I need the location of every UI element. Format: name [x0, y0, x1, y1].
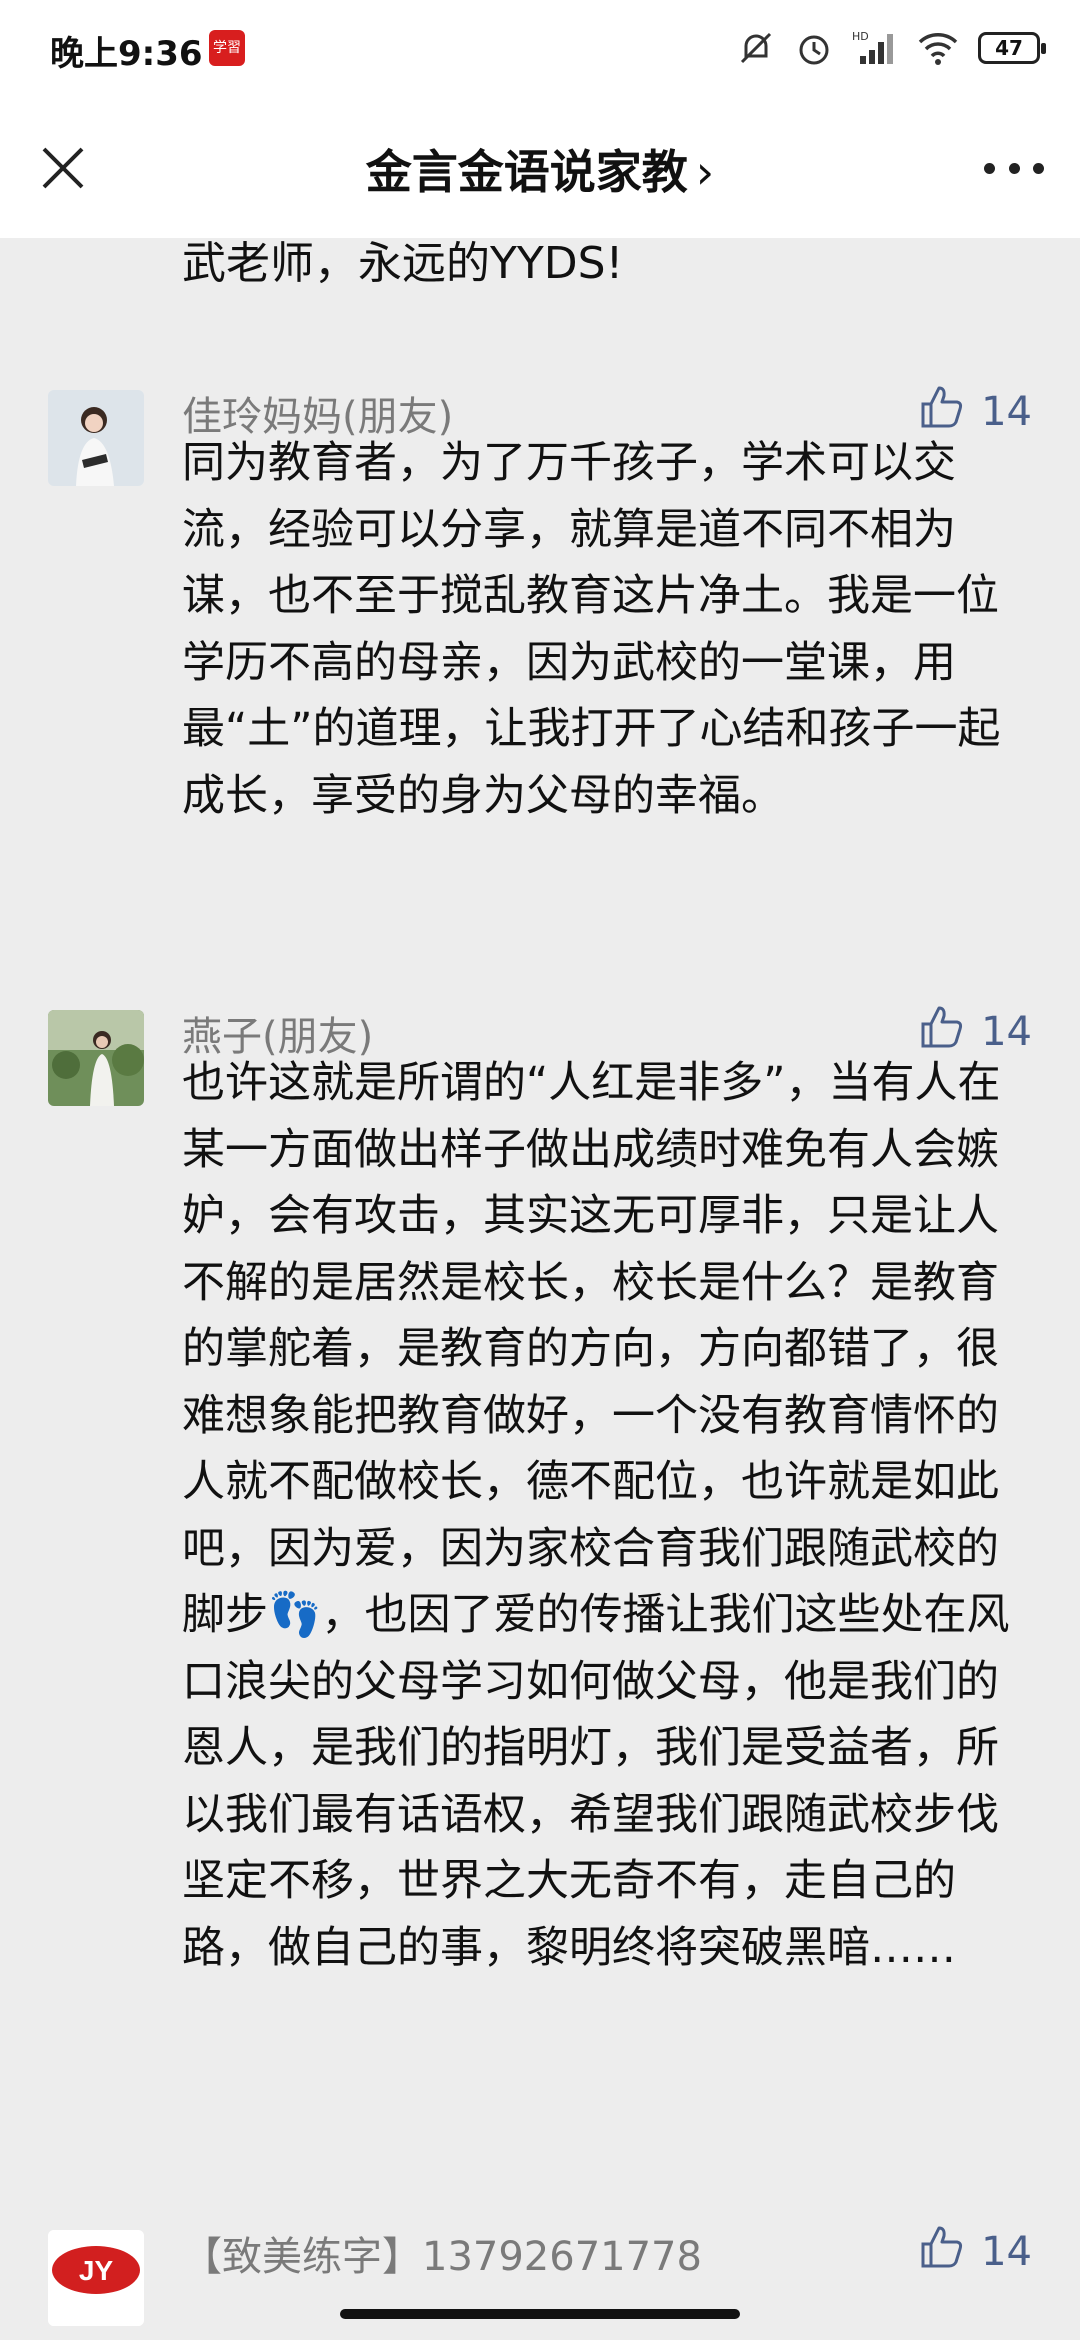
chevron-right-icon: › — [695, 145, 715, 199]
previous-comment-tail: 武老师，永远的YYDS! — [182, 238, 624, 289]
more-dot — [984, 162, 995, 174]
hd-signal-icon: HD — [852, 28, 898, 68]
more-icon[interactable] — [984, 156, 1044, 180]
mute-icon — [736, 28, 776, 68]
battery-icon: 47 — [978, 32, 1046, 64]
comment-text: 同为教育者，为了万千孩子，学术可以交流，经验可以分享，就算是道不同不相为谋，也不… — [182, 430, 1032, 829]
like-count: 14 — [981, 1009, 1032, 1055]
nav-bar: 金言金语说家教 › — [0, 100, 1080, 238]
status-time: 晚上9:36 — [50, 34, 203, 74]
svg-text:HD: HD — [852, 30, 869, 43]
app-notification-icon: 学習 — [209, 30, 245, 66]
alarm-icon — [794, 28, 834, 68]
avatar[interactable] — [48, 1010, 144, 1106]
comment-text: 也许这就是所谓的“人红是非多”，当有人在某一方面做出样子做出成绩时难免有人会嫉妒… — [182, 1050, 1032, 1981]
more-dot — [1033, 162, 1044, 174]
comments-list[interactable]: 武老师，永远的YYDS! 佳玲妈妈(朋友) 14 同为教育者，为了万千孩子，学术… — [0, 238, 1080, 2340]
more-dot — [1008, 162, 1020, 174]
home-indicator[interactable] — [340, 2309, 740, 2319]
wifi-icon — [916, 28, 960, 68]
page-title[interactable]: 金言金语说家教 › — [0, 136, 1080, 202]
like-button[interactable]: 14 — [919, 2224, 1032, 2280]
like-count: 14 — [981, 2229, 1032, 2275]
comment-body: 同为教育者，为了万千孩子，学术可以交流，经验可以分享，就算是道不同不相为谋，也不… — [182, 438, 1001, 821]
avatar[interactable] — [48, 390, 144, 486]
avatar[interactable]: JY — [48, 2230, 144, 2326]
like-count: 14 — [981, 389, 1032, 435]
status-bar: 晚上9:36 学習 HD 47 — [0, 0, 1080, 100]
comment-body: 也许这就是所谓的“人红是非多”，当有人在某一方面做出样子做出成绩时难免有人会嫉妒… — [182, 1058, 1010, 1973]
thumbs-up-icon — [919, 2224, 965, 2280]
logo-text: JY — [79, 2255, 114, 2286]
page-title-text: 金言金语说家教 — [365, 145, 688, 199]
commenter-name[interactable]: 【致美练字】13792671778 — [182, 2224, 702, 2282]
status-icons: HD 47 — [736, 26, 1046, 70]
